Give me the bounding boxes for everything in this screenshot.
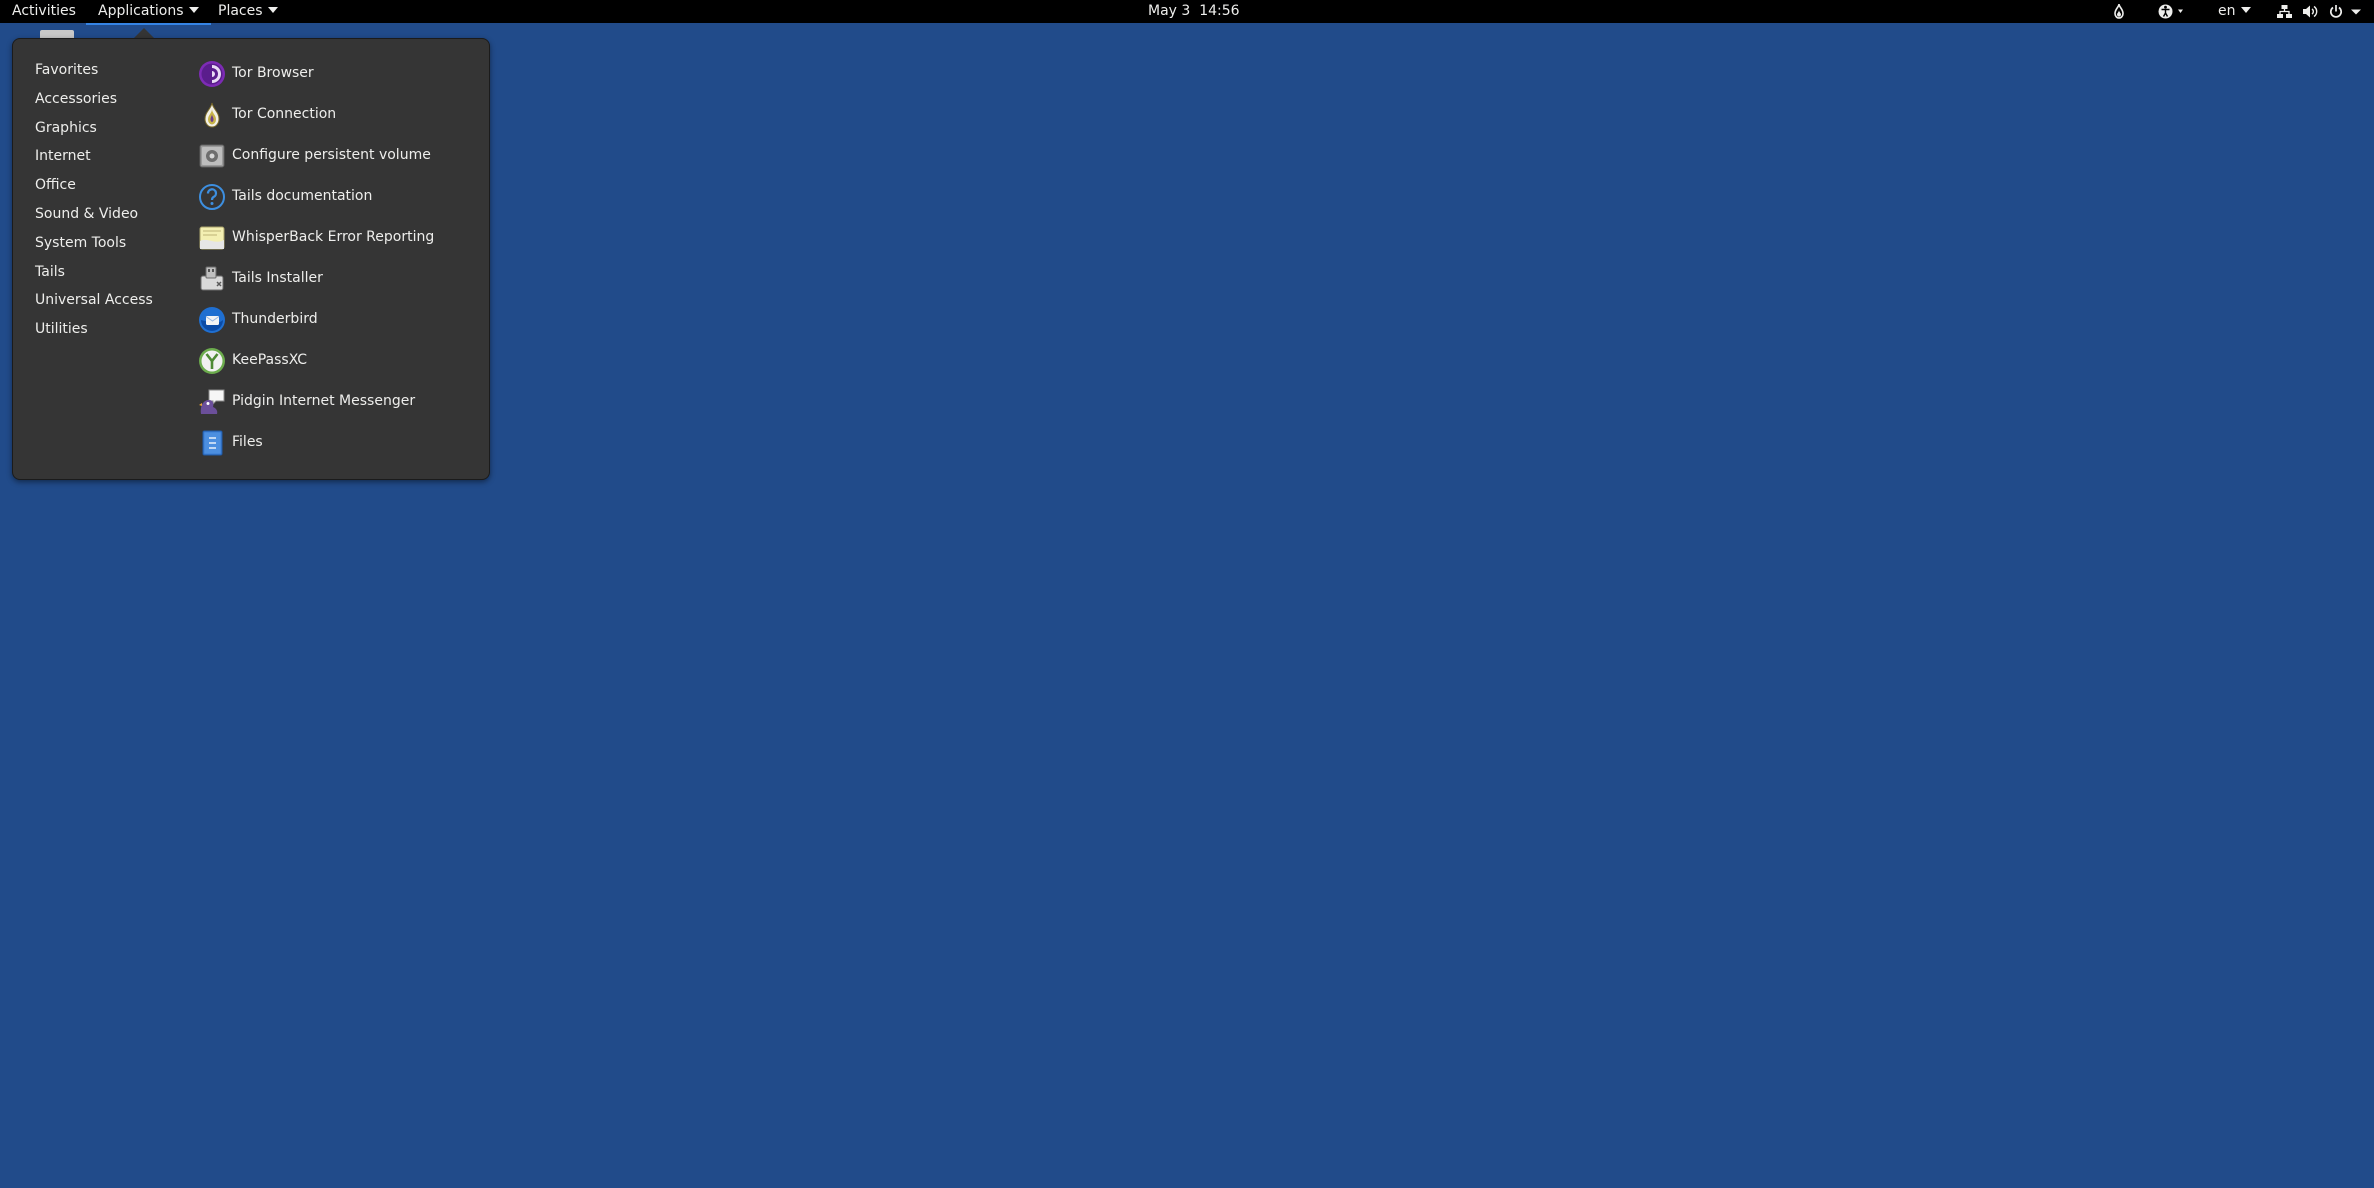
chevron-down-icon <box>2351 9 2361 15</box>
app-list: Tor Browser Tor Connection Configure per… <box>197 57 477 467</box>
app-item-tor-browser[interactable]: Tor Browser <box>197 57 477 98</box>
app-item-files[interactable]: Files <box>197 426 477 467</box>
chevron-down-icon <box>188 7 199 13</box>
app-label: WhisperBack Error Reporting <box>232 229 435 245</box>
places-label: Places <box>218 3 263 19</box>
clock-button[interactable]: May 3 14:56 <box>1148 0 1240 23</box>
tor-connection-icon <box>197 100 227 130</box>
category-accessories[interactable]: Accessories <box>35 88 195 117</box>
top-bar: Activities Applications Places May 3 14:… <box>0 0 2374 25</box>
app-label: Thunderbird <box>232 311 318 327</box>
app-label: KeePassXC <box>232 352 308 368</box>
tails-installer-icon <box>197 264 227 294</box>
category-sound-video[interactable]: Sound & Video <box>35 203 195 232</box>
app-item-keepassxc[interactable]: KeePassXC <box>197 344 477 385</box>
keyboard-layout-label: en <box>2218 3 2236 19</box>
category-tails[interactable]: Tails <box>35 261 195 290</box>
thunderbird-icon <box>197 305 227 335</box>
accessibility-icon <box>2158 4 2183 19</box>
chevron-down-icon <box>267 7 278 13</box>
tor-browser-icon <box>197 59 227 89</box>
app-item-thunderbird[interactable]: Thunderbird <box>197 303 477 344</box>
popup-arrow <box>134 28 154 38</box>
keyboard-layout-button[interactable]: en <box>2218 0 2251 23</box>
persistent-volume-icon <box>197 141 227 171</box>
category-internet[interactable]: Internet <box>35 145 195 174</box>
app-label: Tor Connection <box>232 106 337 122</box>
category-office[interactable]: Office <box>35 174 195 203</box>
network-icon <box>2277 5 2292 18</box>
keepassxc-icon <box>197 346 227 376</box>
category-favorites[interactable]: Favorites <box>35 59 195 88</box>
tor-status-icon[interactable] <box>2112 3 2126 20</box>
activities-label: Activities <box>12 3 76 19</box>
whisperback-icon <box>197 223 227 253</box>
category-utilities[interactable]: Utilities <box>35 318 195 347</box>
category-system-tools[interactable]: System Tools <box>35 232 195 261</box>
app-item-configure-persistent-volume[interactable]: Configure persistent volume <box>197 139 477 180</box>
chevron-down-icon <box>2240 7 2251 13</box>
app-item-tor-connection[interactable]: Tor Connection <box>197 98 477 139</box>
app-item-whisperback[interactable]: WhisperBack Error Reporting <box>197 221 477 262</box>
places-menu-button[interactable]: Places <box>218 0 278 23</box>
volume-icon <box>2303 5 2318 18</box>
applications-menu-popup: Favorites Accessories Graphics Internet … <box>12 38 490 480</box>
app-label: Files <box>232 434 263 450</box>
power-icon <box>2329 5 2343 18</box>
clock-label: May 3 14:56 <box>1148 3 1240 19</box>
category-universal-access[interactable]: Universal Access <box>35 289 195 318</box>
desktop-icon[interactable] <box>40 30 74 38</box>
help-icon <box>197 182 227 212</box>
app-item-tails-installer[interactable]: Tails Installer <box>197 262 477 303</box>
app-item-pidgin[interactable]: Pidgin Internet Messenger <box>197 385 477 426</box>
app-label: Configure persistent volume <box>232 147 431 163</box>
activities-button[interactable]: Activities <box>12 0 76 23</box>
system-menu-button[interactable] <box>2276 3 2372 20</box>
category-graphics[interactable]: Graphics <box>35 117 195 146</box>
app-item-tails-documentation[interactable]: Tails documentation <box>197 180 477 221</box>
applications-menu-button[interactable]: Applications <box>86 0 211 25</box>
app-label: Tails documentation <box>232 188 373 204</box>
accessibility-menu-button[interactable] <box>2158 3 2192 20</box>
pidgin-icon <box>197 387 227 417</box>
files-icon <box>197 428 227 458</box>
app-label: Pidgin Internet Messenger <box>232 393 416 409</box>
applications-label: Applications <box>98 3 184 19</box>
app-label: Tails Installer <box>232 270 323 286</box>
app-label: Tor Browser <box>232 65 314 81</box>
category-list: Favorites Accessories Graphics Internet … <box>35 59 195 347</box>
